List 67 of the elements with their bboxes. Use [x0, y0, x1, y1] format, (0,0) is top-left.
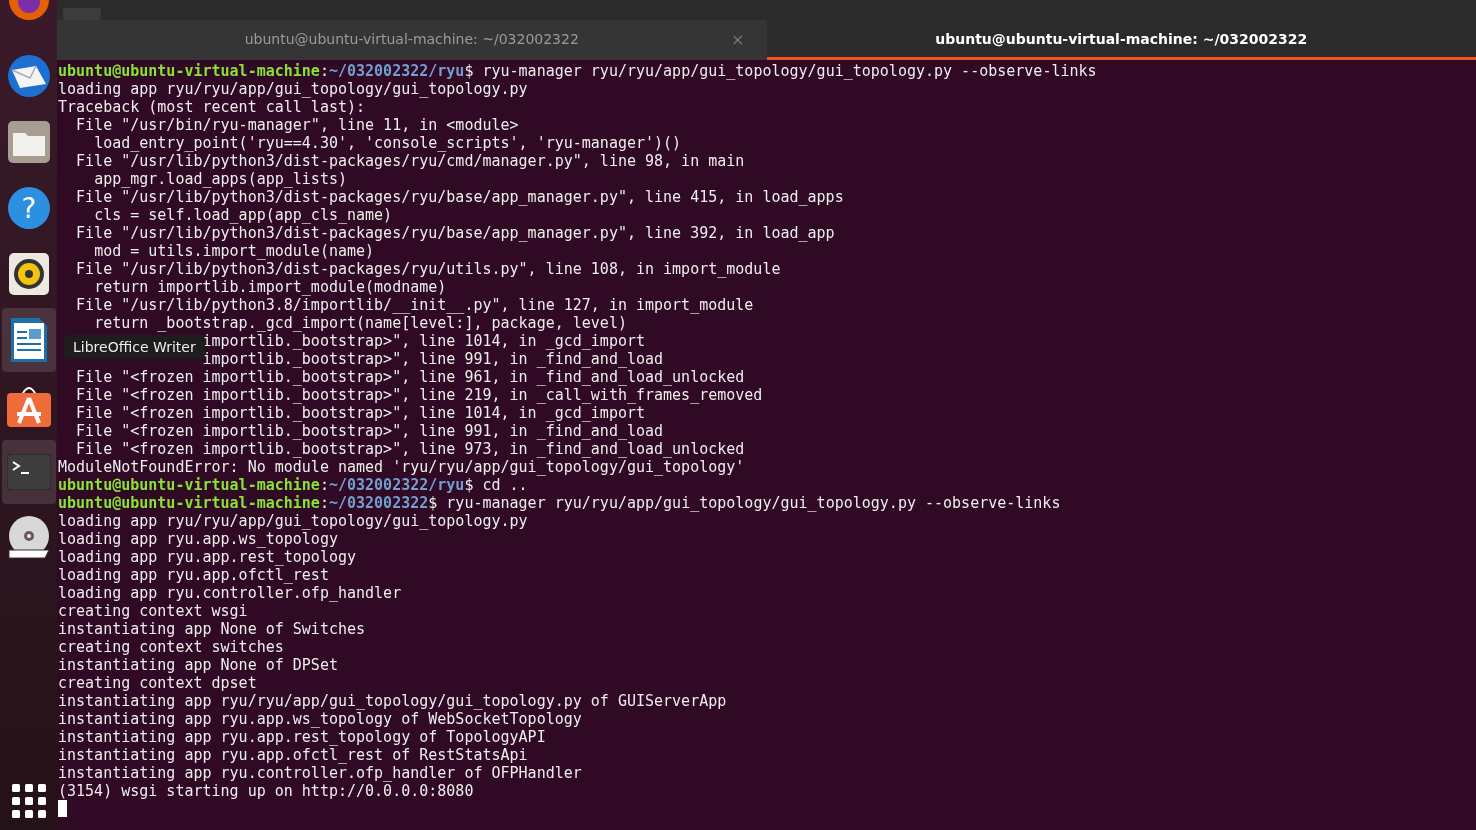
output-line: mod = utils.import_module(name) — [94, 242, 375, 260]
prompt-path: ~/032002322/ryu — [328, 62, 465, 80]
output-line: File "/usr/lib/python3/dist-packages/ryu/base/app_manager.py", line 415, in load_apps — [76, 188, 844, 206]
output-line: loading app ryu.controller.ofp_handler — [58, 584, 402, 602]
help-icon: ? — [6, 186, 51, 230]
prompt-colon: : — [319, 476, 329, 494]
output-line: instantiating app ryu.app.ofctl_rest of RestStatsApi — [58, 746, 528, 764]
shopping-bag-icon — [6, 385, 51, 427]
output-line: instantiating app ryu.controller.ofp_handler of OFPHandler — [58, 764, 582, 782]
output-line: instantiating app ryu.app.ws_topology of WebSocketTopology — [58, 710, 582, 728]
output-line: File "<frozen importlib._bootstrap>", line 219, in _call_with_frames_removed — [76, 386, 763, 404]
output-line: File "<frozen importlib._bootstrap>", line 961, in _find_and_load_unlocked — [76, 368, 745, 386]
command-text: $ ryu-manager ryu/ryu/app/gui_topology/gui_topology.py --observe-links — [428, 494, 1061, 512]
tooltip: LibreOffice Writer — [64, 335, 205, 359]
output-line: importlib._bootstrap>", line 991, in _find_and_load — [202, 350, 664, 368]
prompt-path: ~/032002322/ryu — [328, 476, 465, 494]
terminal-tab[interactable]: ubuntu@ubuntu-virtual-machine: ~/032002322 — [766, 20, 1476, 60]
output-line: creating context dpset — [58, 674, 257, 692]
command-text: $ cd .. — [464, 476, 528, 494]
dock-item[interactable]: ? — [1, 176, 56, 240]
output-line: ModuleNotFoundError: No module named 'ryu/ryu/app/gui_topology/gui_topology' — [58, 458, 745, 476]
output-line: cls = self.load_app(app_cls_name) — [94, 206, 393, 224]
output-line: (3154) wsgi starting up on http://0.0.0.0:8080 — [58, 782, 474, 800]
app-grid-icon[interactable] — [11, 784, 46, 818]
terminal-icon — [6, 454, 51, 490]
command-text: $ ryu-manager ryu/ryu/app/gui_topology/gui_topology.py --observe-links — [464, 62, 1097, 80]
output-line: File "/usr/bin/ryu-manager", line 11, in <module> — [76, 116, 519, 134]
output-line: instantiating app None of DPSet — [58, 656, 338, 674]
output-line: instantiating app None of Switches — [58, 620, 366, 638]
output-line: return importlib.import_module(modname) — [94, 278, 447, 296]
disc-icon — [6, 516, 51, 560]
prompt-user: ubuntu@ubuntu-virtual-machine — [58, 476, 320, 494]
speaker-icon — [8, 253, 49, 295]
prompt-user: ubuntu@ubuntu-virtual-machine — [58, 494, 320, 512]
output-line: File "/usr/lib/python3.8/importlib/__init__.py", line 127, in import_module — [76, 296, 754, 314]
prompt-colon: : — [319, 494, 329, 512]
output-line: loading app ryu/ryu/app/gui_topology/gui_topology.py — [58, 512, 528, 530]
output-line: instantiating app ryu.app.rest_topology of TopologyAPI — [58, 728, 546, 746]
output-line: File "<frozen importlib._bootstrap>", line 991, in _find_and_load — [76, 422, 664, 440]
text-cursor — [58, 800, 67, 817]
folder-icon — [7, 121, 50, 163]
dock-item[interactable] — [1, 308, 56, 372]
output-line: instantiating app ryu/ryu/app/gui_topology/gui_topology.py of GUIServerApp — [58, 692, 727, 710]
output-line: File "/usr/lib/python3/dist-packages/ryu/cmd/manager.py", line 98, in main — [76, 152, 745, 170]
output-line: File "/usr/lib/python3/dist-packages/ryu/utils.py", line 108, in import_module — [76, 260, 781, 278]
document-icon — [9, 317, 48, 363]
output-line: creating context switches — [58, 638, 284, 656]
output-line: Traceback (most recent call last): — [58, 98, 366, 116]
prompt-colon: : — [319, 62, 329, 80]
output-line: app_mgr.load_apps(app_lists) — [94, 170, 347, 188]
output-line: File "<frozen importlib._bootstrap>", line 1014, in _gcd_import — [76, 404, 645, 422]
close-tab-button[interactable]: × — [731, 30, 745, 49]
prompt-path: ~/032002322 — [328, 494, 429, 512]
output-line: creating context wsgi — [58, 602, 248, 620]
output-line: loading app ryu/ryu/app/gui_topology/gui_topology.py — [58, 80, 528, 98]
output-line: importlib._bootstrap>", line 1014, in _gcd_import — [202, 332, 645, 350]
output-line: return _bootstrap._gcd_import(name[level:], package, level) — [94, 314, 627, 332]
output-line: load_entry_point('ryu==4.30', 'console_scripts', 'ryu-manager')() — [94, 134, 682, 152]
output-line: File "/usr/lib/python3/dist-packages/ryu/base/app_manager.py", line 392, in load_app — [76, 224, 835, 242]
output-line: loading app ryu.app.ofctl_rest — [58, 566, 329, 584]
browser-icon — [6, 0, 51, 22]
output-line: loading app ryu.app.rest_topology — [58, 548, 356, 566]
output-line: File "<frozen importlib._bootstrap>", line 973, in _find_and_load_unlocked — [76, 440, 745, 458]
output-line: loading app ryu.app.ws_topology — [58, 530, 338, 548]
terminal-tab[interactable]: ubuntu@ubuntu-virtual-machine: ~/032002322 × — [57, 20, 767, 60]
mail-icon — [5, 54, 52, 98]
prompt-user: ubuntu@ubuntu-virtual-machine — [58, 62, 320, 80]
